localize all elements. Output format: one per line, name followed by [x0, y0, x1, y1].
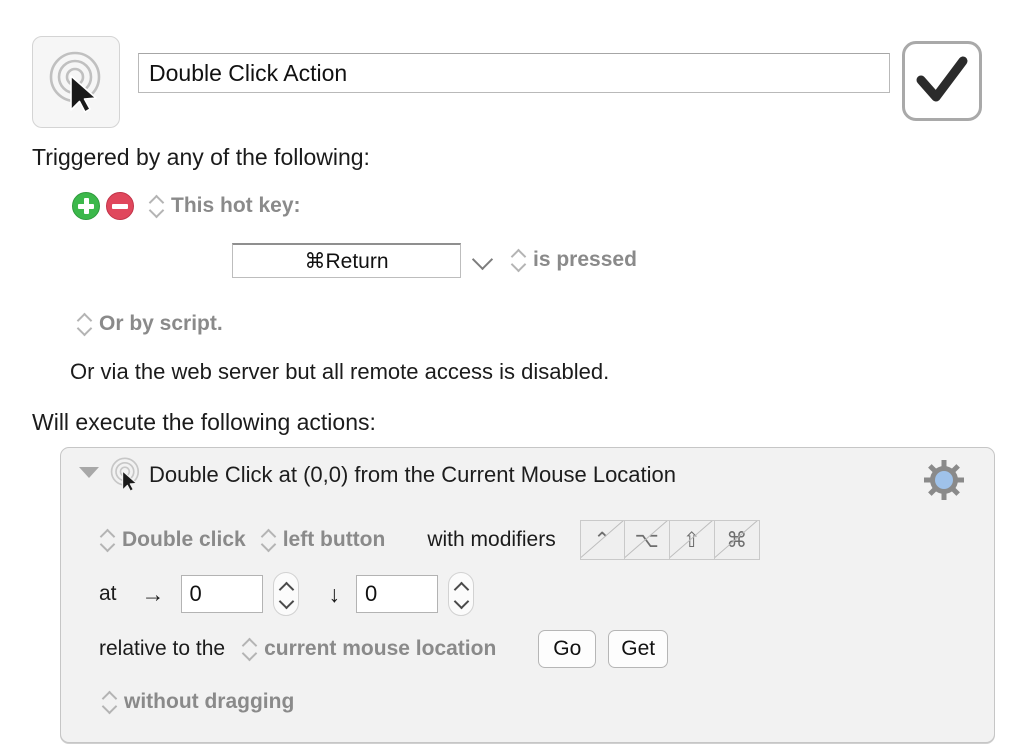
- click-config-row: Double click left button with modifiers …: [101, 520, 760, 560]
- chevron-updown-icon: [101, 529, 114, 551]
- at-label: at: [99, 582, 117, 606]
- right-arrow-icon: →: [142, 581, 165, 608]
- disabled-slash-icon: [670, 521, 714, 559]
- hotkey-input[interactable]: [232, 243, 461, 278]
- modifier-command-toggle[interactable]: ⌘: [715, 520, 760, 560]
- y-offset-input[interactable]: [356, 575, 438, 613]
- drag-option-popup[interactable]: without dragging: [103, 690, 294, 714]
- trigger-type-popup[interactable]: This hot key:: [150, 194, 301, 218]
- macro-title-input[interactable]: [138, 53, 890, 93]
- chevron-updown-icon: [103, 691, 116, 713]
- modifiers-label: with modifiers: [427, 528, 555, 552]
- coordinates-row: at → ↓: [99, 572, 474, 616]
- hotkey-dropdown-button[interactable]: [472, 252, 494, 266]
- gear-icon[interactable]: [922, 458, 966, 507]
- action-title: Double Click at (0,0) from the Current M…: [149, 462, 676, 488]
- chevron-updown-icon: [243, 638, 256, 660]
- script-trigger-popup[interactable]: Or by script.: [78, 312, 223, 336]
- drag-option-label: without dragging: [124, 690, 294, 714]
- actions-heading: Will execute the following actions:: [32, 409, 376, 436]
- chevron-updown-icon: [512, 249, 525, 271]
- macro-editor-pane: Triggered by any of the following: This …: [0, 0, 1020, 756]
- hotkey-condition-label: is pressed: [533, 248, 637, 272]
- triangle-down-icon[interactable]: [79, 467, 99, 478]
- chevron-updown-icon: [262, 529, 275, 551]
- relative-target-label: current mouse location: [264, 637, 496, 661]
- trigger-add-remove-group: [72, 192, 134, 220]
- disabled-slash-icon: [715, 521, 759, 559]
- modifier-control-toggle[interactable]: ⌃: [580, 520, 625, 560]
- relative-target-popup[interactable]: current mouse location: [243, 637, 496, 661]
- chevron-updown-icon: [78, 313, 91, 335]
- mouse-button-popup[interactable]: left button: [262, 528, 386, 552]
- down-arrow-icon: ↓: [329, 581, 341, 608]
- go-button[interactable]: Go: [538, 630, 596, 668]
- y-offset-stepper[interactable]: [448, 572, 474, 616]
- macro-enabled-toggle[interactable]: [902, 41, 982, 121]
- macro-header: [32, 36, 982, 128]
- mouse-button-label: left button: [283, 528, 386, 552]
- modifier-option-toggle[interactable]: ⌥: [625, 520, 670, 560]
- web-server-note: Or via the web server but all remote acc…: [70, 359, 609, 385]
- script-trigger-label: Or by script.: [99, 312, 223, 336]
- trigger-type-label: This hot key:: [171, 194, 301, 218]
- double-click-target-icon: [106, 455, 146, 500]
- minus-icon: [112, 204, 128, 209]
- x-offset-stepper[interactable]: [273, 572, 299, 616]
- modifier-key-group: ⌃ ⌥ ⇧ ⌘: [580, 520, 760, 560]
- macro-icon-button[interactable]: [32, 36, 120, 128]
- click-type-label: Double click: [122, 528, 246, 552]
- remove-trigger-button[interactable]: [106, 192, 134, 220]
- add-trigger-button[interactable]: [72, 192, 100, 220]
- x-offset-input[interactable]: [181, 575, 263, 613]
- disabled-slash-icon: [625, 521, 669, 559]
- click-type-popup[interactable]: Double click: [101, 528, 246, 552]
- hotkey-condition-popup[interactable]: is pressed: [512, 248, 637, 272]
- triggers-heading: Triggered by any of the following:: [32, 144, 370, 171]
- modifier-shift-toggle[interactable]: ⇧: [670, 520, 715, 560]
- action-panel: Double Click at (0,0) from the Current M…: [60, 447, 995, 743]
- plus-icon-vertical: [84, 198, 89, 214]
- relative-row: relative to the current mouse location G…: [99, 630, 668, 668]
- disabled-slash-icon: [581, 521, 624, 559]
- relative-label: relative to the: [99, 637, 225, 661]
- chevron-updown-icon: [150, 195, 163, 217]
- get-button[interactable]: Get: [608, 630, 668, 668]
